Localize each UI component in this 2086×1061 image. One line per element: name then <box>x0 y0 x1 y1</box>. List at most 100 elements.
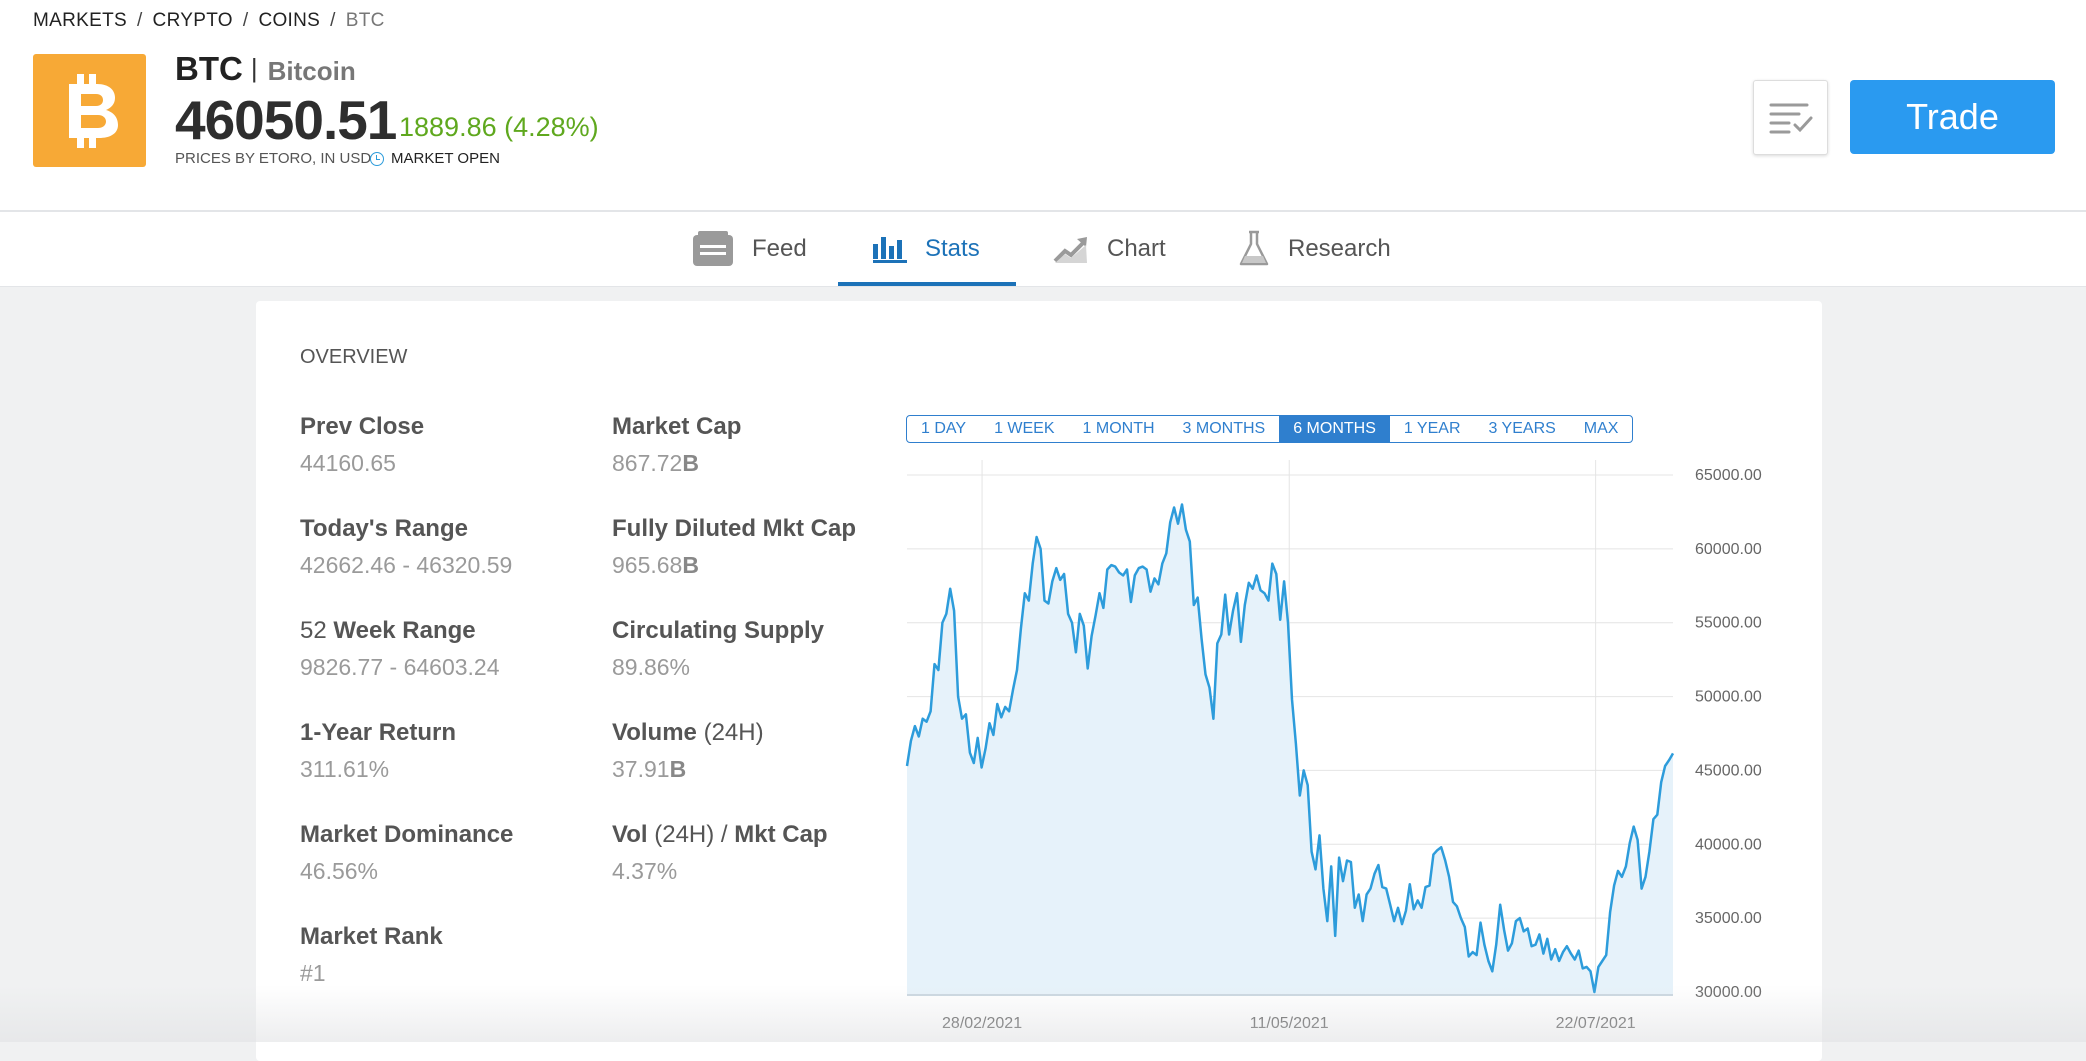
tab-chart-label: Chart <box>1107 235 1166 262</box>
tab-chart[interactable]: Chart <box>1053 212 1166 286</box>
stat-value-number: 867.72 <box>612 450 683 476</box>
asset-tabs: Feed Stats Chart Research <box>0 212 2086 287</box>
asset-header: MARKETS / CRYPTO / COINS / BTC BTC | Bitcoin 460… <box>0 0 2086 212</box>
tab-feed-label: Feed <box>752 235 807 262</box>
stat-label: Today's Range <box>300 515 468 542</box>
stat-value-unit: B <box>682 450 699 476</box>
stat-value: #1 <box>300 960 326 986</box>
tab-feed[interactable]: Feed <box>692 212 807 286</box>
period-3-months[interactable]: 3 MONTHS <box>1169 416 1280 442</box>
market-status: MARKET OPEN <box>370 150 500 167</box>
stat-value: 42662.46 - 46320.59 <box>300 552 513 578</box>
title-divider: | <box>250 53 258 83</box>
price-change: 1889.86 (4.28%) <box>399 112 599 142</box>
breadcrumb-separator: / <box>136 10 143 31</box>
stat-1-year-return: 1-Year Return 311.61% <box>300 719 456 783</box>
feed-icon <box>692 231 734 267</box>
stat-value: 9826.77 - 64603.24 <box>300 654 500 680</box>
y-tick-label: 65000.00 <box>1695 467 1762 484</box>
y-tick-label: 55000.00 <box>1695 615 1762 632</box>
breadcrumb-markets[interactable]: MARKETS <box>33 10 127 32</box>
stat-fully-diluted-mkt-cap: Fully Diluted Mkt Cap 965.68B <box>612 515 856 579</box>
stat-label: Circulating Supply <box>612 617 825 644</box>
asset-price: 46050.51 <box>175 89 397 151</box>
breadcrumb-separator: / <box>330 10 336 31</box>
stat-label: Market Cap <box>612 413 742 440</box>
stat-todays-range: Today's Range 42662.46 - 46320.59 <box>300 515 512 579</box>
watchlist-check-icon <box>1769 103 1812 133</box>
tab-stats[interactable]: Stats <box>873 212 980 286</box>
tab-research[interactable]: Research <box>1238 212 1391 286</box>
tab-research-label: Research <box>1288 235 1391 262</box>
tab-stats-label: Stats <box>925 235 980 262</box>
period-selector: 1 DAY 1 WEEK 1 MONTH 3 MONTHS 6 MONTHS 1… <box>906 415 1634 443</box>
period-1-year[interactable]: 1 YEAR <box>1390 416 1475 442</box>
stat-value-number: 965.68 <box>612 552 683 578</box>
breadcrumb: MARKETS / CRYPTO / COINS / BTC <box>33 10 385 32</box>
flask-icon <box>1238 230 1270 268</box>
asset-name: Bitcoin <box>267 56 356 86</box>
stat-value-unit: B <box>682 552 699 578</box>
x-tick-label: 22/07/2021 <box>1556 1015 1636 1030</box>
x-tick-label: 28/02/2021 <box>942 1015 1022 1030</box>
asset-title: BTC | Bitcoin <box>175 50 356 88</box>
stat-circulating-supply: Circulating Supply 89.86% <box>612 617 824 681</box>
y-tick-label: 35000.00 <box>1695 910 1762 927</box>
stat-prev-close: Prev Close 44160.65 <box>300 413 424 477</box>
stat-label-main: Week Range <box>333 617 476 644</box>
period-max[interactable]: MAX <box>1570 416 1633 442</box>
stat-market-dominance: Market Dominance 46.56% <box>300 821 513 885</box>
stat-label-prefix: 52 <box>300 617 334 644</box>
stat-market-rank: Market Rank #1 <box>300 923 443 987</box>
stat-value: 44160.65 <box>300 450 396 476</box>
stat-value: 867.72B <box>612 450 741 477</box>
period-3-years[interactable]: 3 YEARS <box>1475 416 1570 442</box>
price-area-fill <box>907 504 1673 995</box>
stat-52-week-range: 52 Week Range 9826.77 - 64603.24 <box>300 617 500 681</box>
stat-label: Market Dominance <box>300 821 514 848</box>
stat-label: 1-Year Return <box>300 719 457 746</box>
stat-label: Vol (24H) / Mkt Cap <box>612 821 828 849</box>
stat-label-main-2: Mkt Cap <box>734 821 828 848</box>
y-tick-label: 60000.00 <box>1695 541 1762 558</box>
period-1-month[interactable]: 1 MONTH <box>1069 416 1169 442</box>
stat-vol-mkt-cap: Vol (24H) / Mkt Cap 4.37% <box>612 821 828 885</box>
stat-label-suffix: (24H) <box>696 719 764 746</box>
chart-trend-icon <box>1053 235 1089 263</box>
stat-value: 89.86% <box>612 654 691 680</box>
y-tick-label: 50000.00 <box>1695 689 1762 706</box>
stat-value: 311.61% <box>300 756 390 782</box>
stat-value-number: 37.91 <box>612 756 670 782</box>
period-6-months[interactable]: 6 MONTHS <box>1279 416 1390 442</box>
stat-label: Prev Close <box>300 413 425 440</box>
breadcrumb-separator: / <box>242 10 249 31</box>
stat-label: Volume (24H) <box>612 719 764 747</box>
breadcrumb-coins[interactable]: COINS <box>258 10 320 32</box>
stat-label: Fully Diluted Mkt Cap <box>612 515 857 542</box>
stat-label-suffix: (24H) / <box>647 821 735 848</box>
watchlist-button[interactable] <box>1753 80 1828 155</box>
stat-market-cap: Market Cap 867.72B <box>612 413 741 477</box>
y-tick-label: 45000.00 <box>1695 762 1762 779</box>
period-1-week[interactable]: 1 WEEK <box>980 416 1068 442</box>
stat-value: 37.91B <box>612 756 764 783</box>
stat-label-main: Vol <box>612 821 648 848</box>
stats-bar-icon <box>873 235 907 263</box>
stat-value: 4.37% <box>612 858 678 884</box>
market-status-label: MARKET OPEN <box>391 150 500 167</box>
clock-icon <box>370 151 384 166</box>
overview-title: OVERVIEW <box>300 346 408 368</box>
asset-logo <box>33 54 146 167</box>
stat-value-unit: B <box>669 756 687 782</box>
period-1-day[interactable]: 1 DAY <box>907 416 980 442</box>
bitcoin-icon <box>68 73 118 148</box>
stat-label: Market Rank <box>300 923 443 950</box>
stat-value: 46.56% <box>300 858 379 884</box>
stat-value: 965.68B <box>612 552 856 579</box>
price-chart[interactable]: 65000.00 60000.00 55000.00 50000.00 45000.00… <box>900 460 1780 1030</box>
trade-button[interactable]: Trade <box>1850 80 2055 154</box>
x-tick-label: 11/05/2021 <box>1250 1015 1329 1030</box>
breadcrumb-crypto[interactable]: CRYPTO <box>153 10 233 32</box>
price-source: PRICES BY ETORO, IN USD <box>175 150 372 167</box>
asset-symbol: BTC <box>175 50 243 87</box>
